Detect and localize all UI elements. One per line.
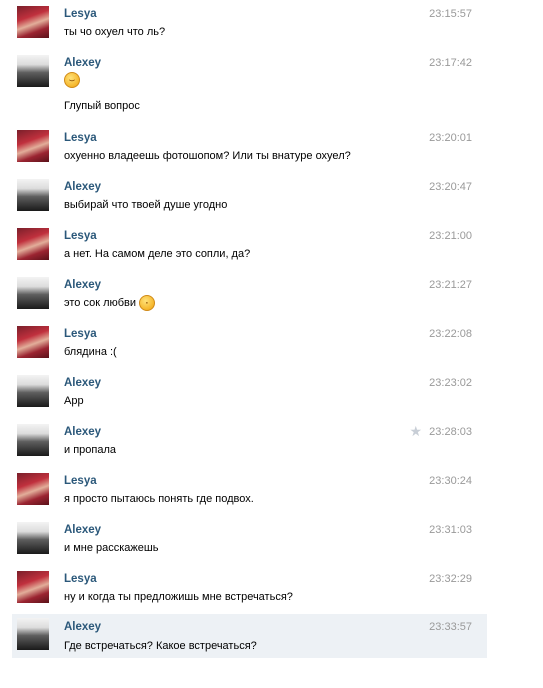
message-item: Alexey 23:23:02 Арр — [12, 371, 487, 417]
author-name[interactable]: Alexey — [64, 377, 101, 389]
message-text: а нет. На самом деле это сопли, да? — [64, 248, 251, 260]
avatar[interactable] — [17, 571, 49, 603]
author-name[interactable]: Lesya — [64, 475, 97, 487]
message-time[interactable]: 23:33:57 — [429, 621, 472, 633]
message-time[interactable]: 23:21:27 — [429, 279, 472, 291]
message-item: Alexey 23:21:27 это сок любви · — [12, 273, 487, 319]
avatar[interactable] — [17, 326, 49, 358]
message-text: блядина :( — [64, 346, 117, 358]
message-item: Lesya 23:30:24 я просто пытаюсь понять г… — [12, 469, 487, 515]
message-text: это сок любви — [64, 296, 137, 309]
message-time[interactable]: 23:30:24 — [429, 475, 472, 487]
message-text: я просто пытаюсь понять где подвох. — [64, 493, 254, 505]
avatar[interactable] — [17, 277, 49, 309]
star-icon[interactable]: ★ — [409, 423, 422, 440]
message-text: ну и когда ты предложишь мне встречаться… — [64, 591, 293, 603]
message-text: и мне расскажешь — [64, 542, 159, 554]
author-name[interactable]: Lesya — [64, 132, 97, 144]
message-text: выбирай что твоей душе угодно — [64, 199, 228, 211]
message-text: ты чо охуел что ль? — [64, 26, 166, 38]
message-time[interactable]: 23:28:03 — [429, 426, 472, 438]
laughing-emoji: ⌣ — [64, 72, 80, 88]
author-name[interactable]: Lesya — [64, 573, 97, 585]
message-time[interactable]: 23:21:00 — [429, 230, 472, 242]
author-name[interactable]: Lesya — [64, 328, 97, 340]
message-history: Lesya 23:15:57 ты чо охуел что ль? Alexe… — [0, 0, 543, 688]
message-item: Alexey 23:20:47 выбирай что твоей душе у… — [12, 175, 487, 221]
avatar[interactable] — [17, 130, 49, 162]
avatar[interactable] — [17, 179, 49, 211]
avatar[interactable] — [17, 522, 49, 554]
author-name[interactable]: Lesya — [64, 230, 97, 242]
avatar[interactable] — [17, 6, 49, 38]
message-text: охуенно владеешь фотошопом? Или ты внату… — [64, 150, 351, 162]
message-item: Alexey ★ 23:28:03 и пропала — [12, 420, 487, 466]
author-name[interactable]: Alexey — [64, 181, 101, 193]
message-item: Lesya 23:32:29 ну и когда ты предложишь … — [12, 567, 487, 613]
message-item: Alexey 23:31:03 и мне расскажешь — [12, 518, 487, 564]
message-item: Alexey 23:33:57 Где встречаться? Какое в… — [12, 614, 487, 658]
author-name[interactable]: Lesya — [64, 8, 97, 20]
avatar[interactable] — [17, 55, 49, 87]
message-text: Глупый вопрос — [64, 100, 140, 112]
message-time[interactable]: 23:20:47 — [429, 181, 472, 193]
kissing-emoji: · — [139, 295, 156, 311]
message-text: Арр — [64, 395, 84, 407]
avatar[interactable] — [17, 618, 49, 650]
message-item: Lesya 23:20:01 охуенно владеешь фотошопо… — [12, 126, 487, 172]
message-time[interactable]: 23:17:42 — [429, 57, 472, 69]
message-time[interactable]: 23:22:08 — [429, 328, 472, 340]
author-name[interactable]: Alexey — [64, 57, 101, 69]
author-name[interactable]: Alexey — [64, 426, 101, 438]
avatar[interactable] — [17, 473, 49, 505]
message-time[interactable]: 23:32:29 — [429, 573, 472, 585]
avatar[interactable] — [17, 424, 49, 456]
message-time[interactable]: 23:23:02 — [429, 377, 472, 389]
avatar[interactable] — [17, 228, 49, 260]
author-name[interactable]: Alexey — [64, 279, 101, 291]
message-text: Где встречаться? Какое встречаться? — [64, 640, 257, 652]
avatar[interactable] — [17, 375, 49, 407]
message-item: Lesya 23:21:00 а нет. На самом деле это … — [12, 224, 487, 270]
message-item: Lesya 23:15:57 ты чо охуел что ль? — [12, 2, 487, 48]
message-item: Alexey 23:17:42 ⌣ Глупый вопрос — [12, 51, 487, 121]
message-item: Lesya 23:22:08 блядина :( — [12, 322, 487, 368]
message-time[interactable]: 23:15:57 — [429, 8, 472, 20]
author-name[interactable]: Alexey — [64, 621, 101, 633]
message-time[interactable]: 23:31:03 — [429, 524, 472, 536]
message-time[interactable]: 23:20:01 — [429, 132, 472, 144]
author-name[interactable]: Alexey — [64, 524, 101, 536]
message-text: и пропала — [64, 444, 117, 456]
